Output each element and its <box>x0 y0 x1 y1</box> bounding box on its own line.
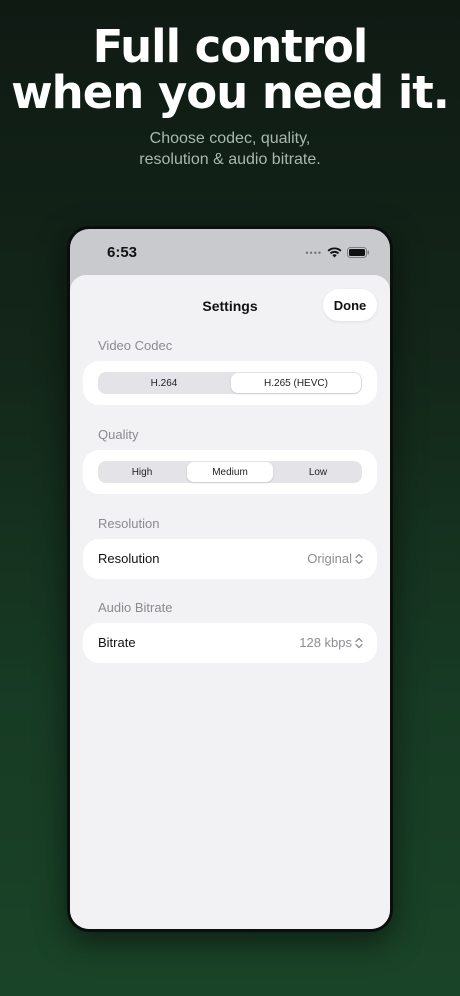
codec-option-h265[interactable]: H.265 (HEVC) <box>231 373 361 393</box>
bitrate-value: 128 kbps <box>299 635 363 650</box>
resolution-row[interactable]: Resolution Original <box>83 539 377 579</box>
signal-dots-icon: •••• <box>305 247 322 258</box>
bitrate-row[interactable]: Bitrate 128 kbps <box>83 623 377 663</box>
resolution-value: Original <box>307 551 363 566</box>
quality-label: Quality <box>98 427 139 442</box>
chevron-up-down-icon <box>355 637 363 648</box>
bitrate-value-text: 128 kbps <box>299 635 352 650</box>
video-codec-segmented-control: H.264 H.265 (HEVC) <box>98 372 362 394</box>
resolution-value-text: Original <box>307 551 352 566</box>
done-button[interactable]: Done <box>323 289 377 321</box>
battery-icon <box>347 247 370 258</box>
wifi-icon <box>327 247 342 258</box>
hero-title: Full control when you need it. <box>0 24 460 116</box>
status-icons: •••• <box>305 247 370 258</box>
quality-option-low[interactable]: Low <box>275 462 361 482</box>
resolution-row-label: Resolution <box>98 551 160 566</box>
audio-bitrate-section-label: Audio Bitrate <box>98 600 173 615</box>
quality-segmented-control: High Medium Low <box>98 461 362 483</box>
status-bar: 6:53 •••• <box>70 229 390 273</box>
video-codec-label: Video Codec <box>98 338 173 353</box>
hero-subtitle-line-2: resolution & audio bitrate. <box>139 151 321 168</box>
chevron-up-down-icon <box>355 553 363 564</box>
quality-card: High Medium Low <box>83 450 377 494</box>
hero-subtitle-line-1: Choose codec, quality, <box>149 130 311 147</box>
phone-frame: 6:53 •••• Settings Done Video Codec H.26… <box>67 226 393 932</box>
hero-title-line-2: when you need it. <box>11 66 450 119</box>
hero-title-line-1: Full control <box>92 20 369 73</box>
quality-option-medium[interactable]: Medium <box>187 462 273 482</box>
quality-option-high[interactable]: High <box>99 462 185 482</box>
codec-option-h264[interactable]: H.264 <box>99 373 229 393</box>
settings-sheet: Settings Done Video Codec H.264 H.265 (H… <box>70 275 390 929</box>
bitrate-row-label: Bitrate <box>98 635 136 650</box>
hero-subtitle: Choose codec, quality, resolution & audi… <box>0 128 460 170</box>
video-codec-card: H.264 H.265 (HEVC) <box>83 361 377 405</box>
phone-screen: 6:53 •••• Settings Done Video Codec H.26… <box>70 229 390 929</box>
resolution-section-label: Resolution <box>98 516 160 531</box>
status-time: 6:53 <box>107 244 138 261</box>
